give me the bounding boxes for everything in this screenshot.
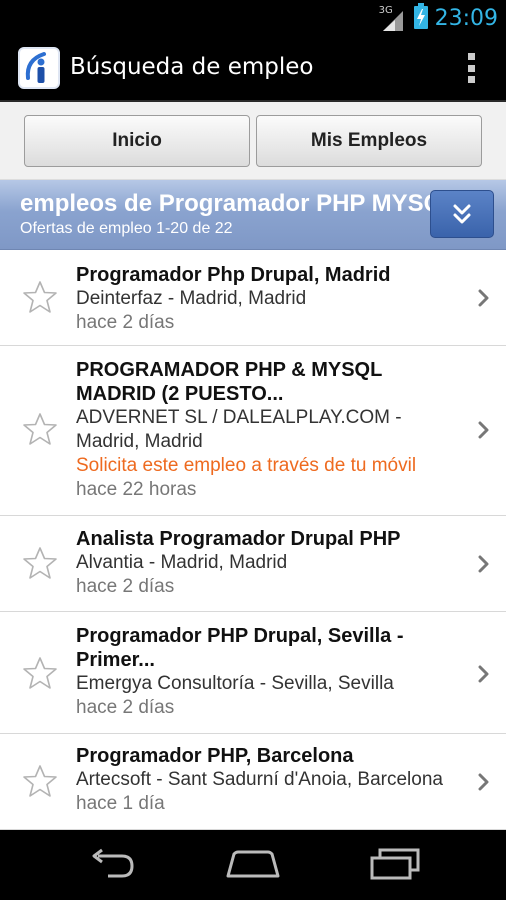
app-title: Búsqueda de empleo bbox=[70, 54, 314, 80]
signal-icon: 3G bbox=[379, 5, 407, 31]
job-title-line1: Programador PHP Drupal, Sevilla - bbox=[76, 625, 404, 647]
home-icon[interactable] bbox=[224, 848, 282, 880]
status-bar: 3G 23:09 bbox=[0, 0, 506, 36]
chevron-right-icon bbox=[478, 421, 489, 439]
job-age: hace 2 días bbox=[76, 312, 175, 333]
double-chevron-down-icon bbox=[453, 204, 471, 224]
back-icon[interactable] bbox=[86, 848, 138, 880]
star-icon[interactable] bbox=[22, 280, 58, 314]
job-company: Alvantia - Madrid, Madrid bbox=[76, 552, 288, 573]
expand-search-button[interactable] bbox=[430, 190, 494, 238]
star-icon[interactable] bbox=[22, 656, 58, 690]
system-nav-bar bbox=[0, 830, 506, 900]
job-company: Deinterfaz - Madrid, Madrid bbox=[76, 288, 307, 309]
app-logo-icon[interactable] bbox=[18, 47, 60, 89]
job-company: Emergya Consultoría - Sevilla, Sevilla bbox=[76, 673, 394, 694]
mobile-apply-note: Solicita este empleo a través de tu móvi… bbox=[76, 455, 417, 476]
job-list-item[interactable]: Programador Php Drupal, Madrid Deinterfa… bbox=[0, 250, 506, 346]
main-content: Inicio Mis Empleos empleos de Programado… bbox=[0, 102, 506, 830]
job-title: Analista Programador Drupal PHP bbox=[76, 528, 401, 550]
job-age: hace 22 horas bbox=[76, 479, 197, 500]
job-title-line2: MADRID (2 PUESTO... bbox=[76, 383, 284, 405]
job-company-line1: ADVERNET SL / DALEALPLAY.COM - bbox=[76, 407, 402, 428]
chevron-right-icon bbox=[478, 773, 489, 791]
clock: 23:09 bbox=[434, 5, 498, 31]
results-title: empleos de Programador PHP MYSQL bbox=[20, 190, 440, 217]
inicio-button[interactable]: Inicio bbox=[24, 115, 250, 167]
job-age: hace 2 días bbox=[76, 697, 175, 718]
results-header: empleos de Programador PHP MYSQL Ofertas… bbox=[0, 180, 506, 250]
action-bar: Búsqueda de empleo bbox=[0, 36, 506, 102]
job-list-item[interactable]: Programador PHP, Barcelona Artecsoft - S… bbox=[0, 734, 506, 830]
nav-buttons: Inicio Mis Empleos bbox=[0, 102, 506, 180]
star-icon[interactable] bbox=[22, 546, 58, 580]
job-title: Programador PHP, Barcelona bbox=[76, 745, 354, 767]
star-icon[interactable] bbox=[22, 412, 58, 446]
star-icon[interactable] bbox=[22, 764, 58, 798]
recent-apps-icon[interactable] bbox=[368, 848, 422, 880]
results-count: Ofertas de empleo 1-20 de 22 bbox=[20, 220, 233, 237]
job-age: hace 2 días bbox=[76, 576, 175, 597]
job-company-line2: Madrid, Madrid bbox=[76, 431, 203, 452]
chevron-right-icon bbox=[478, 665, 489, 683]
chevron-right-icon bbox=[478, 289, 489, 307]
mis-empleos-button[interactable]: Mis Empleos bbox=[256, 115, 482, 167]
job-age: hace 1 día bbox=[76, 793, 165, 814]
job-list-item[interactable]: PROGRAMADOR PHP & MYSQL MADRID (2 PUESTO… bbox=[0, 346, 506, 516]
job-company: Artecsoft - Sant Sadurní d'Anoia, Barcel… bbox=[76, 769, 443, 790]
battery-icon bbox=[413, 3, 429, 33]
chevron-right-icon bbox=[478, 555, 489, 573]
overflow-menu-icon[interactable] bbox=[466, 53, 476, 83]
job-title: Programador Php Drupal, Madrid bbox=[76, 264, 391, 286]
job-title-line2: Primer... bbox=[76, 649, 155, 671]
job-title-line1: PROGRAMADOR PHP & MYSQL bbox=[76, 359, 383, 381]
job-list-item[interactable]: Programador PHP Drupal, Sevilla - Primer… bbox=[0, 612, 506, 734]
job-list-item[interactable]: Analista Programador Drupal PHP Alvantia… bbox=[0, 516, 506, 612]
